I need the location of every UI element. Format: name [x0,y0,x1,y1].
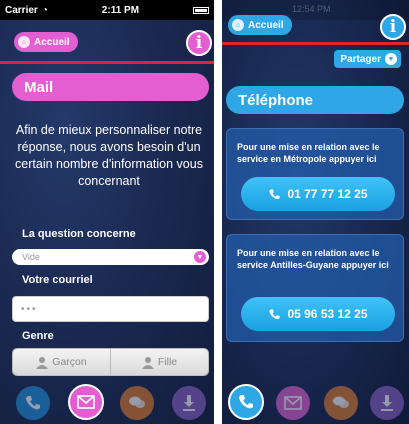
phone-screen: 12:54 PM ⌂ Accueil i Partager ▼ Téléphon… [222,0,409,424]
download-icon [381,395,393,411]
status-time: 12:54 PM [292,4,331,14]
tab-mail[interactable] [68,384,104,420]
mail-screen: Carrier ◔ 2:11 PM ⌂ Accueil i Mail Afin d… [0,0,214,424]
download-icon [183,395,195,411]
gender-option-boy[interactable]: Garçon [13,349,110,375]
home-icon: ⌂ [18,36,30,48]
tab-bar [0,380,214,424]
tab-download[interactable] [172,386,206,420]
gender-label: Genre [22,330,54,342]
question-select[interactable]: Vide ▼ [12,249,209,265]
page-title: Mail [12,73,209,101]
mail-icon [77,395,95,409]
email-label: Votre courriel [22,274,93,286]
chat-icon [129,396,145,408]
chevron-down-icon: ▼ [194,251,206,263]
mail-icon [284,396,302,410]
person-icon [141,356,154,369]
tab-phone[interactable] [16,386,50,420]
status-time: 2:11 PM [101,4,140,16]
chevron-down-icon: ▼ [385,53,397,65]
contact-card-metropole: Pour une mise en relation avec le servic… [226,128,404,220]
call-button-antilles[interactable]: 05 96 53 12 25 [241,297,395,331]
tab-phone[interactable] [228,384,264,420]
home-icon: ⌂ [232,19,244,31]
wifi-icon: ◔ [41,4,48,16]
chat-icon [333,396,349,408]
status-bar: Carrier ◔ 2:11 PM [0,0,214,20]
home-button[interactable]: ⌂ Accueil [228,15,292,35]
info-button[interactable]: i [380,14,406,40]
page-title: Téléphone [226,86,404,114]
tab-chat[interactable] [120,386,154,420]
phone-icon [239,395,253,409]
intro-text: Afin de mieux personnaliser notre répons… [15,123,203,188]
tab-mail[interactable] [276,386,310,420]
info-button[interactable]: i [186,30,212,56]
home-button[interactable]: ⌂ Accueil [14,32,78,52]
gender-selector: Garçon Fille [12,348,209,376]
battery-icon [192,6,209,14]
tab-bar [222,380,409,424]
phone-icon [26,396,40,410]
email-field[interactable]: ••• [12,296,209,322]
gender-option-girl[interactable]: Fille [110,349,208,375]
phone-icon [269,308,281,319]
share-button[interactable]: Partager ▼ [334,50,401,68]
tab-chat[interactable] [324,386,358,420]
phone-icon [269,188,281,199]
call-button-metropole[interactable]: 01 77 77 12 25 [241,177,395,211]
header-divider [222,42,409,45]
header-divider [0,61,214,64]
carrier-text: Carrier [5,4,38,16]
person-icon [36,356,49,369]
contact-card-antilles: Pour une mise en relation avec le servic… [226,234,404,342]
question-label: La question concerne [22,228,136,240]
tab-download[interactable] [370,386,404,420]
